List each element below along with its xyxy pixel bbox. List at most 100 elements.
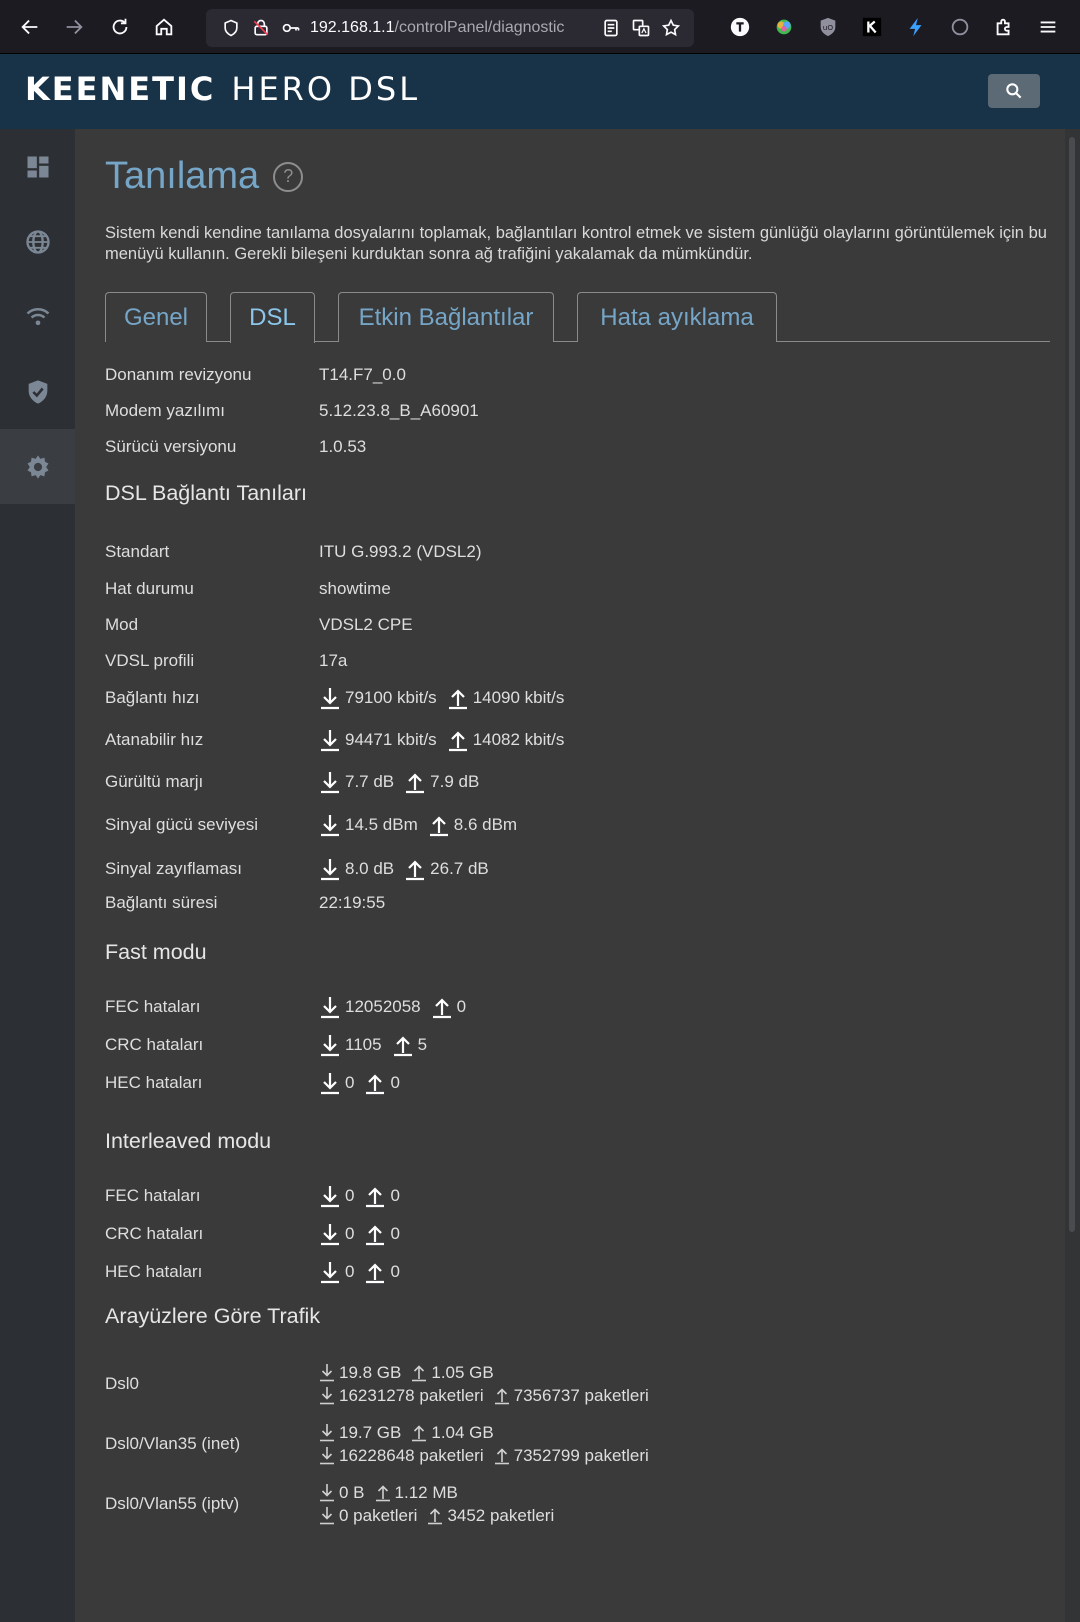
down-value: 14.5 dBm — [345, 815, 418, 834]
browser-toolbar: 192.168.1.1/controlPanel/diagnostic uO — [0, 0, 1080, 54]
upload-arrow-icon — [447, 728, 469, 752]
keenetic-logo[interactable]: KEENETIC HERO DSL — [25, 70, 420, 108]
shield-icon[interactable] — [216, 13, 246, 43]
row-label: FEC hataları — [105, 997, 201, 1016]
row-label: VDSL profili — [105, 651, 195, 670]
reload-button[interactable] — [98, 5, 142, 49]
insecure-lock-icon[interactable] — [246, 13, 276, 43]
upload-arrow-icon — [364, 1184, 386, 1208]
up-value: 0 — [390, 1262, 400, 1281]
sidebar-item-settings[interactable] — [0, 429, 75, 504]
download-arrow-icon — [319, 1446, 335, 1465]
tab-genel[interactable]: Genel — [105, 292, 207, 342]
reload-icon — [112, 18, 128, 35]
up-value: 7.9 dB — [430, 772, 480, 791]
row-label: Standart — [105, 542, 170, 561]
row-label: HEC hataları — [105, 1073, 203, 1092]
down-packets: 16228648 paketleri — [339, 1445, 484, 1465]
forward-button[interactable] — [52, 5, 96, 49]
download-arrow-icon — [319, 813, 341, 837]
down-value: 0 — [345, 1262, 355, 1281]
down-packets: 0 paketleri — [339, 1505, 418, 1525]
row-vdsl-profili: VDSL profili 17a — [105, 651, 347, 671]
upload-arrow-icon — [447, 686, 469, 710]
down-bytes: 19.8 GB — [339, 1362, 402, 1382]
up-value: 0 — [390, 1073, 400, 1092]
lightning-icon[interactable] — [894, 5, 938, 49]
download-arrow-icon — [319, 1184, 341, 1208]
row-int-hec: HEC hataları 0 0 — [105, 1260, 400, 1284]
download-arrow-icon — [319, 1363, 335, 1382]
up-value: 8.6 dBm — [453, 815, 518, 834]
tab-hata-ayiklama[interactable]: Hata ayıklama — [577, 292, 777, 342]
home-button[interactable] — [142, 5, 186, 49]
info-label: Modem yazılımı — [105, 401, 225, 420]
url-path: /controlPanel/diagnostic — [394, 19, 565, 36]
help-icon[interactable]: ? — [273, 161, 304, 192]
download-arrow-icon — [319, 1033, 341, 1057]
sidebar-item-wifi[interactable] — [0, 279, 75, 354]
row-label: Atanabilir hız — [105, 730, 204, 749]
row-label: Hat durumu — [105, 579, 194, 598]
sidebar-item-security[interactable] — [0, 354, 75, 429]
extension-k-icon[interactable] — [850, 5, 894, 49]
up-bytes: 1.05 GB — [431, 1362, 494, 1382]
row-label: Sinyal gücü seviyesi — [105, 815, 259, 834]
row-hat-durumu: Hat durumu showtime — [105, 579, 391, 599]
menu-hamburger-icon[interactable] — [1026, 5, 1070, 49]
up-packets: 7356737 paketleri — [513, 1385, 649, 1405]
upload-arrow-icon — [431, 995, 453, 1019]
app-header: KEENETIC HERO DSL — [0, 54, 1080, 129]
bookmark-star-icon[interactable] — [656, 13, 686, 43]
main-content: Tanılama ? Sistem kendi kendine tanılama… — [75, 129, 1065, 1622]
extension-t-icon[interactable] — [718, 5, 762, 49]
loading-spinner-icon[interactable] — [938, 5, 982, 49]
up-value: 26.7 dB — [430, 859, 489, 878]
translate-icon[interactable] — [626, 13, 656, 43]
row-value: 22:19:55 — [319, 893, 386, 912]
upload-arrow-icon — [428, 813, 450, 837]
tab-dsl[interactable]: DSL — [230, 292, 315, 343]
info-value: T14.F7_0.0 — [319, 365, 406, 384]
tab-etkin-baglantilar[interactable]: Etkin Bağlantılar — [338, 292, 554, 342]
upload-arrow-icon — [364, 1260, 386, 1284]
page-description: Sistem kendi kendine tanılama dosyaların… — [105, 224, 1047, 263]
scrollbar-thumb[interactable] — [1069, 137, 1075, 1232]
ublock-icon[interactable]: uO — [806, 5, 850, 49]
search-button[interactable] — [988, 74, 1040, 108]
info-row-surucu: Sürücü versiyonu 1.0.53 — [105, 437, 366, 457]
download-arrow-icon — [319, 1483, 335, 1502]
row-label: Bağlantı hızı — [105, 688, 200, 707]
url-host: 192.168.1.1 — [310, 19, 395, 36]
row-label: FEC hataları — [105, 1186, 201, 1205]
back-arrow-icon — [21, 19, 38, 35]
url-text: 192.168.1.1/controlPanel/diagnostic — [310, 19, 578, 37]
sidebar-item-dashboard[interactable] — [0, 129, 75, 204]
sidebar-item-internet[interactable] — [0, 204, 75, 279]
row-standart: Standart ITU G.993.2 (VDSL2) — [105, 542, 482, 562]
reader-view-icon[interactable] — [596, 13, 626, 43]
upload-arrow-icon — [404, 770, 426, 794]
up-bytes: 1.04 GB — [431, 1422, 494, 1442]
back-button[interactable] — [8, 5, 52, 49]
url-bar[interactable]: 192.168.1.1/controlPanel/diagnostic — [206, 9, 694, 47]
row-label: CRC hataları — [105, 1224, 204, 1243]
upload-arrow-icon — [364, 1222, 386, 1246]
page-scrollbar[interactable] — [1065, 129, 1080, 1622]
traffic-label: Dsl0/Vlan55 (iptv) — [105, 1494, 240, 1513]
download-arrow-icon — [319, 995, 341, 1019]
row-fast-crc: CRC hataları 1105 5 — [105, 1033, 427, 1057]
row-sinyal-gucu: Sinyal gücü seviyesi 14.5 dBm 8.6 dBm — [105, 813, 517, 837]
download-arrow-icon — [319, 1386, 335, 1405]
svg-text:uO: uO — [823, 23, 834, 32]
row-baglanti-suresi: Bağlantı süresi 22:19:55 — [105, 893, 385, 913]
traffic-row-vlan55: Dsl0/Vlan55 (iptv) 0 B 1.12 MB 0 paketle… — [105, 1481, 554, 1527]
upload-arrow-icon — [404, 857, 426, 881]
extension-color-icon[interactable] — [762, 5, 806, 49]
section-title-traffic: Arayüzlere Göre Trafik — [105, 1304, 321, 1328]
info-label: Sürücü versiyonu — [105, 437, 237, 456]
page-title: Tanılama — [105, 155, 260, 197]
key-icon[interactable] — [276, 13, 306, 43]
up-value: 14082 kbit/s — [472, 730, 565, 749]
extensions-puzzle-icon[interactable] — [982, 5, 1026, 49]
